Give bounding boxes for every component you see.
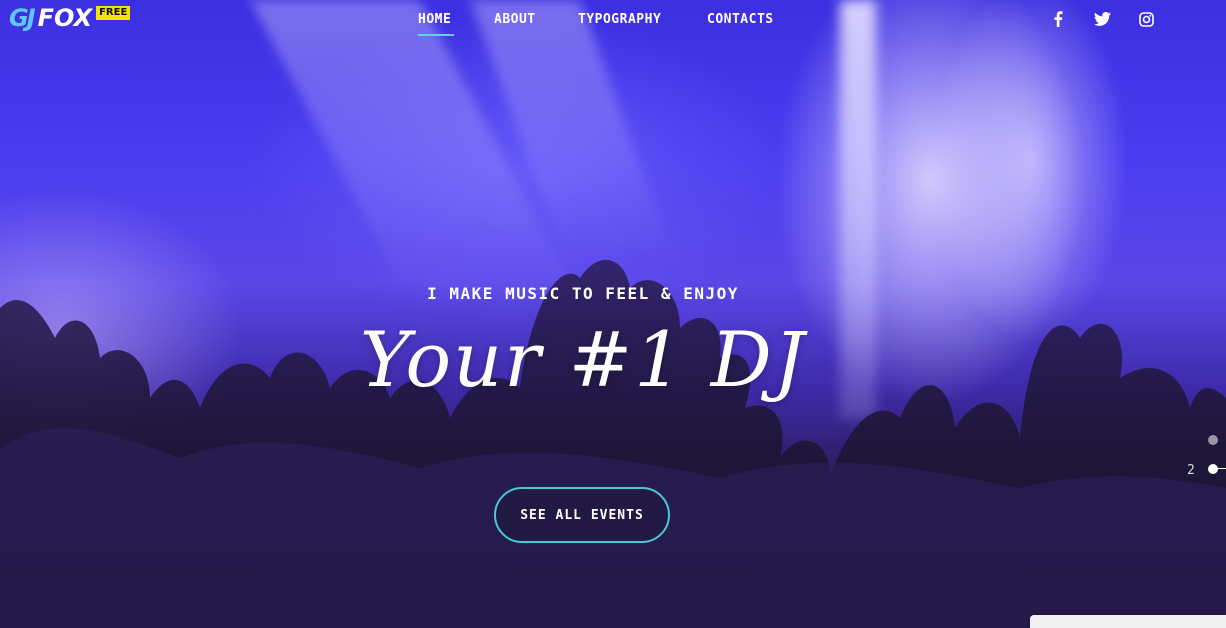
crowd-silhouette	[0, 259, 1226, 628]
twitter-glyph	[1093, 12, 1111, 26]
nav-item-label: CONTACTS	[707, 12, 774, 27]
pager-dot-2[interactable]	[1208, 464, 1218, 474]
pager-dot-1[interactable]	[1208, 435, 1218, 445]
instagram-glyph	[1138, 11, 1154, 27]
main-nav: HOME ABOUT TYPOGRAPHY CONTACTS	[0, 12, 1226, 36]
instagram-icon[interactable]	[1137, 10, 1155, 28]
pager-current-number: 2	[1187, 463, 1195, 478]
nav-item-contacts[interactable]: CONTACTS	[707, 12, 774, 27]
see-all-events-button[interactable]: SEE ALL EVENTS	[494, 487, 670, 543]
facebook-icon[interactable]	[1049, 10, 1067, 28]
nav-item-label: TYPOGRAPHY	[578, 12, 662, 27]
nav-item-about[interactable]: ABOUT	[494, 12, 536, 27]
facebook-glyph	[1054, 11, 1063, 27]
nav-item-label: ABOUT	[494, 12, 536, 27]
nav-item-label: HOME	[418, 12, 452, 27]
nav-item-home[interactable]: HOME	[418, 12, 454, 36]
twitter-icon[interactable]	[1093, 10, 1111, 28]
pager-indicator-line	[1218, 468, 1226, 469]
corner-widget[interactable]	[1030, 615, 1226, 628]
active-underline	[418, 34, 454, 36]
hero-tagline: I MAKE MUSIC TO FEEL & ENJOY	[427, 284, 739, 303]
hero-headline: Your #1 DJ	[359, 315, 807, 404]
nav-item-typography[interactable]: TYPOGRAPHY	[578, 12, 661, 27]
